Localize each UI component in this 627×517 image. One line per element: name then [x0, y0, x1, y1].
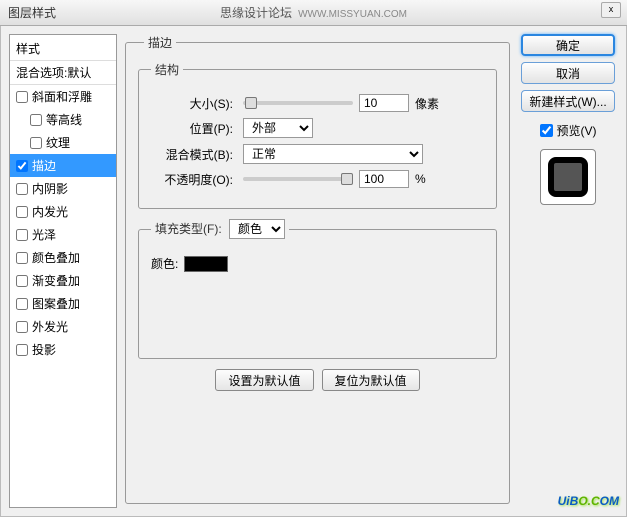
set-default-button[interactable]: 设置为默认值 [215, 369, 313, 391]
style-label-9: 图案叠加 [32, 295, 80, 312]
style-label-11: 投影 [32, 341, 56, 358]
style-checkbox-9[interactable] [16, 298, 28, 310]
size-slider[interactable] [243, 101, 353, 105]
blending-options[interactable]: 混合选项:默认 [10, 61, 116, 85]
style-checkbox-3[interactable] [16, 160, 28, 172]
style-checkbox-10[interactable] [16, 321, 28, 333]
style-checkbox-2[interactable] [30, 137, 42, 149]
fill-fieldset: 填充类型(F): 颜色 颜色: [138, 219, 497, 359]
style-label-7: 颜色叠加 [32, 249, 80, 266]
filltype-select[interactable]: 颜色 [229, 219, 285, 239]
style-item-10[interactable]: 外发光 [10, 315, 116, 338]
style-checkbox-7[interactable] [16, 252, 28, 264]
style-checkbox-5[interactable] [16, 206, 28, 218]
blendmode-label: 混合模式(B): [151, 146, 237, 163]
right-panel: 确定 取消 新建样式(W)... 预览(V) [518, 34, 618, 508]
styles-header[interactable]: 样式 [10, 37, 116, 61]
style-checkbox-6[interactable] [16, 229, 28, 241]
opacity-slider[interactable] [243, 177, 353, 181]
preview-label: 预览(V) [557, 122, 597, 139]
style-checkbox-8[interactable] [16, 275, 28, 287]
style-item-8[interactable]: 渐变叠加 [10, 269, 116, 292]
style-item-3[interactable]: 描边 [10, 154, 116, 177]
blendmode-select[interactable]: 正常 [243, 144, 423, 164]
style-label-6: 光泽 [32, 226, 56, 243]
style-item-11[interactable]: 投影 [10, 338, 116, 361]
color-swatch[interactable] [184, 256, 228, 272]
size-label: 大小(S): [151, 95, 237, 112]
style-label-4: 内阴影 [32, 180, 68, 197]
position-select[interactable]: 外部 [243, 118, 313, 138]
stroke-legend: 描边 [144, 34, 176, 51]
reset-default-button[interactable]: 复位为默认值 [322, 369, 420, 391]
preview-thumbnail [540, 149, 596, 205]
color-label: 颜色: [151, 255, 178, 272]
title-bar: 图层样式 思缘设计论坛WWW.MISSYUAN.COM x [0, 0, 627, 26]
position-label: 位置(P): [151, 120, 237, 137]
style-checkbox-1[interactable] [30, 114, 42, 126]
style-label-10: 外发光 [32, 318, 68, 335]
style-label-5: 内发光 [32, 203, 68, 220]
effect-settings: 描边 结构 大小(S): 像素 位置(P): 外部 混合模式(B): 正常 [125, 34, 510, 508]
size-unit: 像素 [415, 95, 439, 112]
style-label-3: 描边 [32, 157, 56, 174]
brand-text: 思缘设计论坛WWW.MISSYUAN.COM [220, 4, 407, 21]
style-label-1: 等高线 [46, 111, 82, 128]
structure-legend: 结构 [151, 61, 183, 78]
style-item-0[interactable]: 斜面和浮雕 [10, 85, 116, 108]
styles-list: 样式 混合选项:默认 斜面和浮雕等高线纹理描边内阴影内发光光泽颜色叠加渐变叠加图… [9, 34, 117, 508]
size-input[interactable] [359, 94, 409, 112]
preview-checkbox[interactable] [540, 124, 553, 137]
new-style-button[interactable]: 新建样式(W)... [521, 90, 615, 112]
opacity-unit: % [415, 172, 426, 186]
style-checkbox-0[interactable] [16, 91, 28, 103]
fill-legend: 填充类型(F): 颜色 [151, 219, 289, 239]
structure-fieldset: 结构 大小(S): 像素 位置(P): 外部 混合模式(B): 正常 不透明度(… [138, 61, 497, 209]
stroke-fieldset: 描边 结构 大小(S): 像素 位置(P): 外部 混合模式(B): 正常 [125, 34, 510, 504]
style-label-0: 斜面和浮雕 [32, 88, 92, 105]
style-checkbox-11[interactable] [16, 344, 28, 356]
opacity-label: 不透明度(O): [151, 171, 237, 188]
opacity-input[interactable] [359, 170, 409, 188]
style-item-2[interactable]: 纹理 [10, 131, 116, 154]
style-item-6[interactable]: 光泽 [10, 223, 116, 246]
ok-button[interactable]: 确定 [521, 34, 615, 56]
style-label-2: 纹理 [46, 134, 70, 151]
style-item-9[interactable]: 图案叠加 [10, 292, 116, 315]
dialog-title: 图层样式 [8, 4, 56, 21]
cancel-button[interactable]: 取消 [521, 62, 615, 84]
close-button[interactable]: x [601, 2, 621, 18]
style-item-5[interactable]: 内发光 [10, 200, 116, 223]
preview-checkbox-row[interactable]: 预览(V) [540, 122, 597, 139]
style-label-8: 渐变叠加 [32, 272, 80, 289]
style-item-1[interactable]: 等高线 [10, 108, 116, 131]
style-item-7[interactable]: 颜色叠加 [10, 246, 116, 269]
style-item-4[interactable]: 内阴影 [10, 177, 116, 200]
style-checkbox-4[interactable] [16, 183, 28, 195]
dialog-body: 样式 混合选项:默认 斜面和浮雕等高线纹理描边内阴影内发光光泽颜色叠加渐变叠加图… [0, 26, 627, 517]
